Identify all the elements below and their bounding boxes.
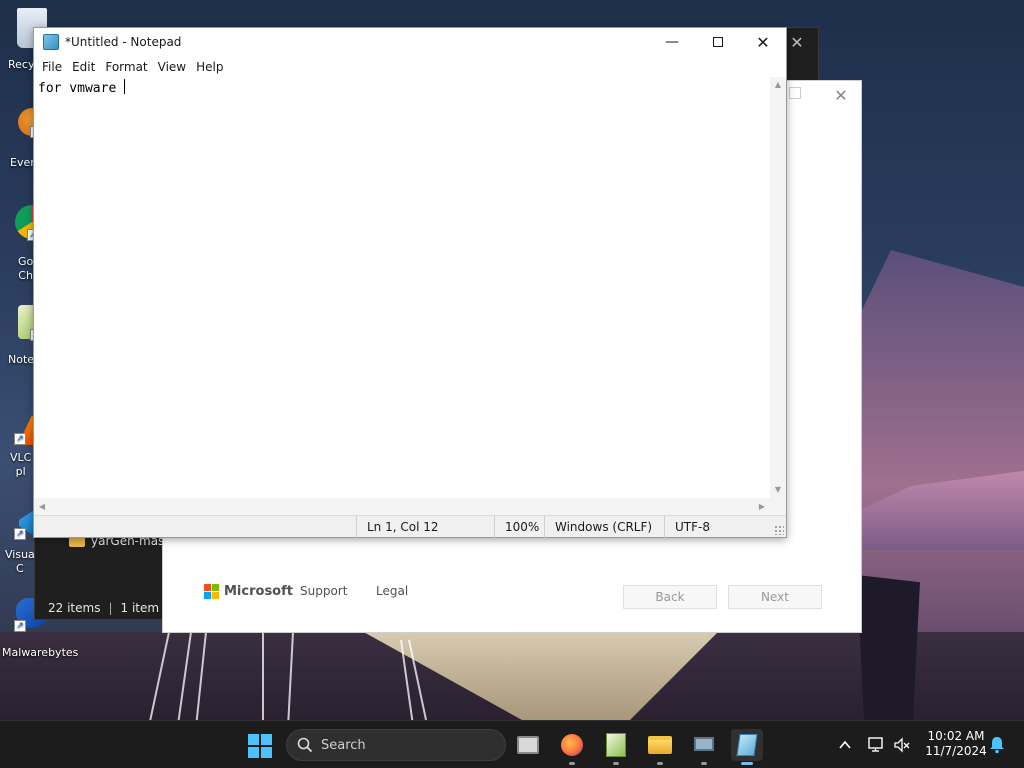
wallpaper-line	[262, 632, 264, 724]
microsoft-logo-icon	[204, 584, 219, 599]
status-bar: Ln 1, Col 12 100% Windows (CRLF) UTF-8	[34, 515, 786, 538]
text-editor-area[interactable]: for vmware	[34, 77, 770, 497]
microsoft-logo: Microsoft	[204, 584, 293, 599]
file-explorer-icon	[648, 736, 672, 754]
scroll-left-icon[interactable]: ◀	[34, 498, 50, 515]
clock-date: 11/7/2024	[925, 744, 987, 758]
running-indicator	[701, 762, 707, 765]
taskbar-search[interactable]: Search	[286, 729, 506, 761]
close-icon: ✕	[756, 33, 770, 52]
taskbar-firefox[interactable]	[556, 729, 588, 765]
cursor-position: Ln 1, Col 12	[356, 516, 439, 538]
desktop-icon-label: Visua C	[5, 548, 35, 575]
text-caret	[124, 79, 126, 94]
close-button[interactable]: ✕	[740, 28, 786, 57]
support-link[interactable]: Support	[300, 584, 347, 598]
shortcut-arrow-icon: ↗	[14, 433, 26, 445]
task-view-icon	[517, 736, 539, 754]
title-bar[interactable]: *Untitled - Notepad — ✕	[34, 28, 786, 57]
scrollbar-corner	[770, 498, 786, 515]
taskbar-file-explorer[interactable]	[644, 729, 676, 765]
status-divider: |	[108, 601, 113, 615]
explorer-status-bar: 22 items | 1 item sel	[48, 601, 180, 615]
start-button[interactable]	[248, 734, 272, 758]
minimize-button[interactable]: —	[649, 28, 695, 57]
menu-file[interactable]: File	[37, 57, 67, 77]
encoding: UTF-8	[664, 516, 710, 538]
network-icon[interactable]	[867, 737, 885, 753]
minimize-icon: —	[665, 34, 679, 50]
running-indicator	[657, 762, 663, 765]
maximize-icon	[713, 37, 723, 47]
window-title: *Untitled - Notepad	[65, 35, 182, 49]
desktop-icon-label: Malwarebytes	[2, 646, 79, 659]
notepad-window[interactable]: *Untitled - Notepad — ✕ File Edit Format…	[33, 27, 787, 538]
notepad-plus-plus-icon	[606, 733, 626, 757]
desktop-icon-label: Note	[8, 353, 35, 366]
scroll-right-icon[interactable]: ▶	[754, 498, 770, 515]
taskbar-notepad-plus-plus[interactable]	[600, 729, 632, 765]
shortcut-arrow-icon: ↗	[14, 528, 26, 540]
brand-label: Microsoft	[224, 584, 293, 599]
back-button[interactable]: Back	[623, 585, 717, 609]
desktop-icon-label: Ever	[10, 156, 35, 169]
taskbar-notepad[interactable]	[731, 729, 763, 765]
menu-edit[interactable]: Edit	[67, 57, 100, 77]
scroll-up-icon[interactable]: ▲	[770, 77, 786, 93]
shortcut-arrow-icon: ↗	[14, 620, 26, 632]
close-icon[interactable]: ✕	[828, 83, 854, 109]
item-count: 22 items	[48, 601, 101, 615]
volume-muted-icon[interactable]	[893, 737, 911, 753]
scroll-down-icon[interactable]: ▼	[770, 482, 786, 498]
taskbar-task-view[interactable]	[512, 729, 544, 761]
running-indicator	[569, 762, 575, 765]
legal-link[interactable]: Legal	[376, 584, 408, 598]
maximize-button[interactable]	[695, 28, 741, 57]
firefox-icon	[561, 734, 583, 756]
taskbar-vmware[interactable]	[688, 729, 720, 765]
desktop-icon-label: Recy	[8, 58, 35, 71]
chevron-up-icon[interactable]	[838, 738, 852, 752]
search-placeholder: Search	[321, 737, 366, 753]
notepad-icon	[736, 734, 758, 756]
line-ending: Windows (CRLF)	[544, 516, 652, 538]
maximize-icon	[789, 87, 801, 99]
clock-time: 10:02 AM	[927, 729, 985, 743]
active-indicator	[741, 762, 753, 765]
desktop-icon-label: Go Ch	[18, 255, 34, 282]
resize-grip-icon[interactable]	[774, 525, 784, 535]
notification-bell-icon[interactable]	[989, 736, 1005, 754]
vmware-icon	[694, 737, 714, 751]
vertical-scrollbar[interactable]: ▲ ▼	[770, 77, 786, 498]
close-icon[interactable]: ✕	[785, 31, 809, 55]
taskbar: Search 10:02 AM 11/7/2024	[0, 720, 1024, 768]
search-icon	[297, 737, 313, 753]
taskbar-clock[interactable]: 10:02 AM 11/7/2024	[920, 729, 992, 759]
desktop-icon-label: VLC pl	[10, 451, 32, 478]
running-indicator	[613, 762, 619, 765]
zoom-level: 100%	[494, 516, 539, 538]
next-button[interactable]: Next	[728, 585, 822, 609]
editor-content: for vmware	[38, 81, 125, 96]
menu-view[interactable]: View	[153, 57, 191, 77]
notepad-icon	[43, 34, 59, 50]
horizontal-scrollbar[interactable]: ◀ ▶	[34, 498, 770, 515]
menu-bar: File Edit Format View Help	[34, 57, 786, 77]
menu-help[interactable]: Help	[191, 57, 228, 77]
menu-format[interactable]: Format	[100, 57, 152, 77]
